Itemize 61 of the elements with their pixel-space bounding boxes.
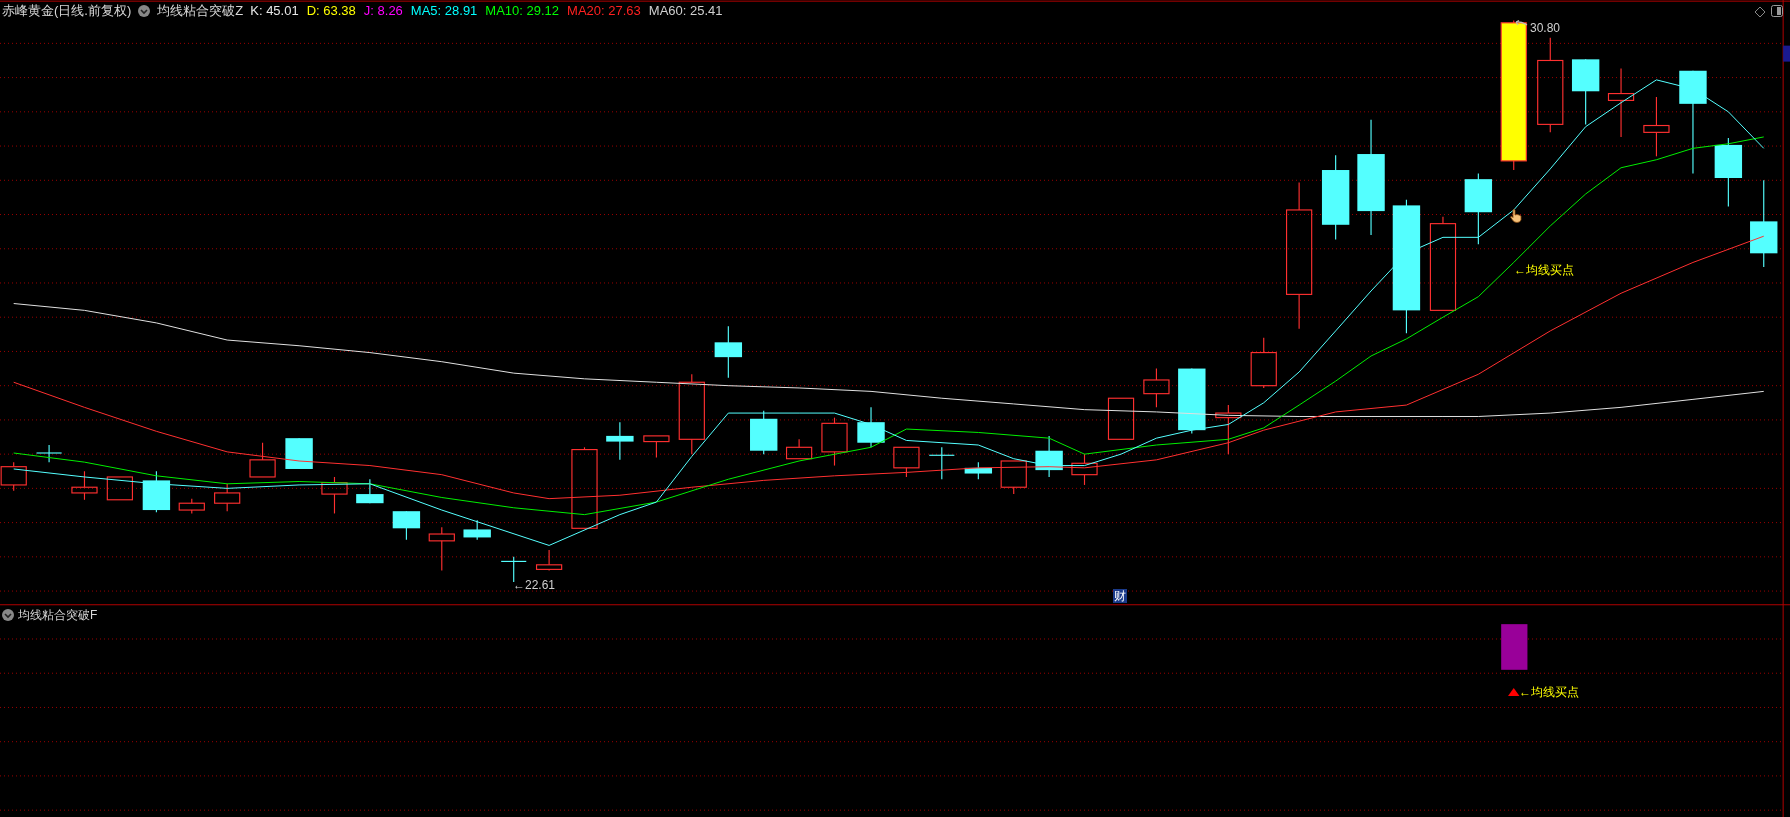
- dropdown-icon[interactable]: [2, 609, 14, 621]
- candlestick: [1035, 435, 1063, 478]
- candlestick: [893, 446, 920, 478]
- signal-bar: [1501, 624, 1528, 670]
- buy-signal-label: ←均线买点: [1519, 684, 1579, 701]
- indicator-value: MA5: 28.91: [410, 2, 478, 21]
- finance-badge[interactable]: 财: [1113, 589, 1127, 603]
- scroll-marker: [1783, 45, 1790, 62]
- candlestick: [1071, 453, 1098, 486]
- candlestick: [71, 470, 98, 501]
- candlestick: [1250, 337, 1277, 389]
- candlestick: [214, 483, 241, 512]
- buy-signal-label: ←均线买点: [1514, 262, 1574, 279]
- indicator-name: 均线粘合突破F: [18, 607, 98, 624]
- candlestick: [785, 438, 813, 460]
- candlestick: [714, 325, 743, 379]
- indicator-value: K: 45.01: [250, 2, 299, 21]
- indicator-name: 均线粘合突破Z: [157, 2, 244, 21]
- indicator-value: J: 8.26: [363, 2, 403, 21]
- high-price-label: 30.80: [1530, 20, 1561, 37]
- candlestick: [643, 435, 670, 459]
- candlestick: [821, 417, 848, 467]
- indicator-value: MA20: 27.63: [567, 2, 641, 21]
- candlestick: [35, 444, 63, 463]
- hand-cursor-icon: [1510, 209, 1522, 223]
- low-price-label: ←22.61: [513, 577, 556, 594]
- candlestick: [0, 461, 27, 492]
- candlestick: [1107, 397, 1135, 440]
- candlestick: [463, 519, 491, 541]
- dropdown-icon[interactable]: [138, 5, 151, 17]
- candlestick: [249, 442, 276, 478]
- candlestick: [1000, 460, 1027, 495]
- candlestick: [356, 478, 384, 504]
- candlestick: [1643, 96, 1670, 157]
- indicator-value: MA10: 29.12: [485, 2, 560, 21]
- candlestick: [1178, 368, 1206, 435]
- candlestick: [857, 406, 885, 448]
- candlestick: [750, 410, 778, 455]
- indicator-value: MA60: 25.41: [648, 2, 723, 21]
- diamond-icon[interactable]: [1754, 6, 1766, 18]
- candlestick: [285, 437, 313, 470]
- candlestick: [106, 476, 133, 501]
- candlestick: [928, 446, 955, 480]
- panel-toggle-icon[interactable]: [1771, 5, 1783, 17]
- triangle-marker-icon: [1508, 688, 1520, 697]
- candlestick: [606, 421, 634, 461]
- candlestick: [1607, 67, 1635, 138]
- candlestick: [142, 470, 171, 513]
- candlestick: [1215, 404, 1242, 455]
- candlestick: [178, 498, 205, 515]
- candlestick: [964, 461, 993, 480]
- candlestick: [428, 526, 455, 572]
- candlestick: [1714, 137, 1743, 208]
- candlestick: [535, 549, 563, 572]
- candlestick: [1571, 58, 1600, 125]
- indicator-value: D: 63.38: [306, 2, 356, 21]
- candlestick: [1143, 368, 1170, 408]
- candlestick: [321, 476, 348, 515]
- candlestick: [392, 510, 421, 541]
- stock-title: 赤峰黄金(日线.前复权): [2, 2, 132, 21]
- arrow-icon: [1514, 20, 1528, 28]
